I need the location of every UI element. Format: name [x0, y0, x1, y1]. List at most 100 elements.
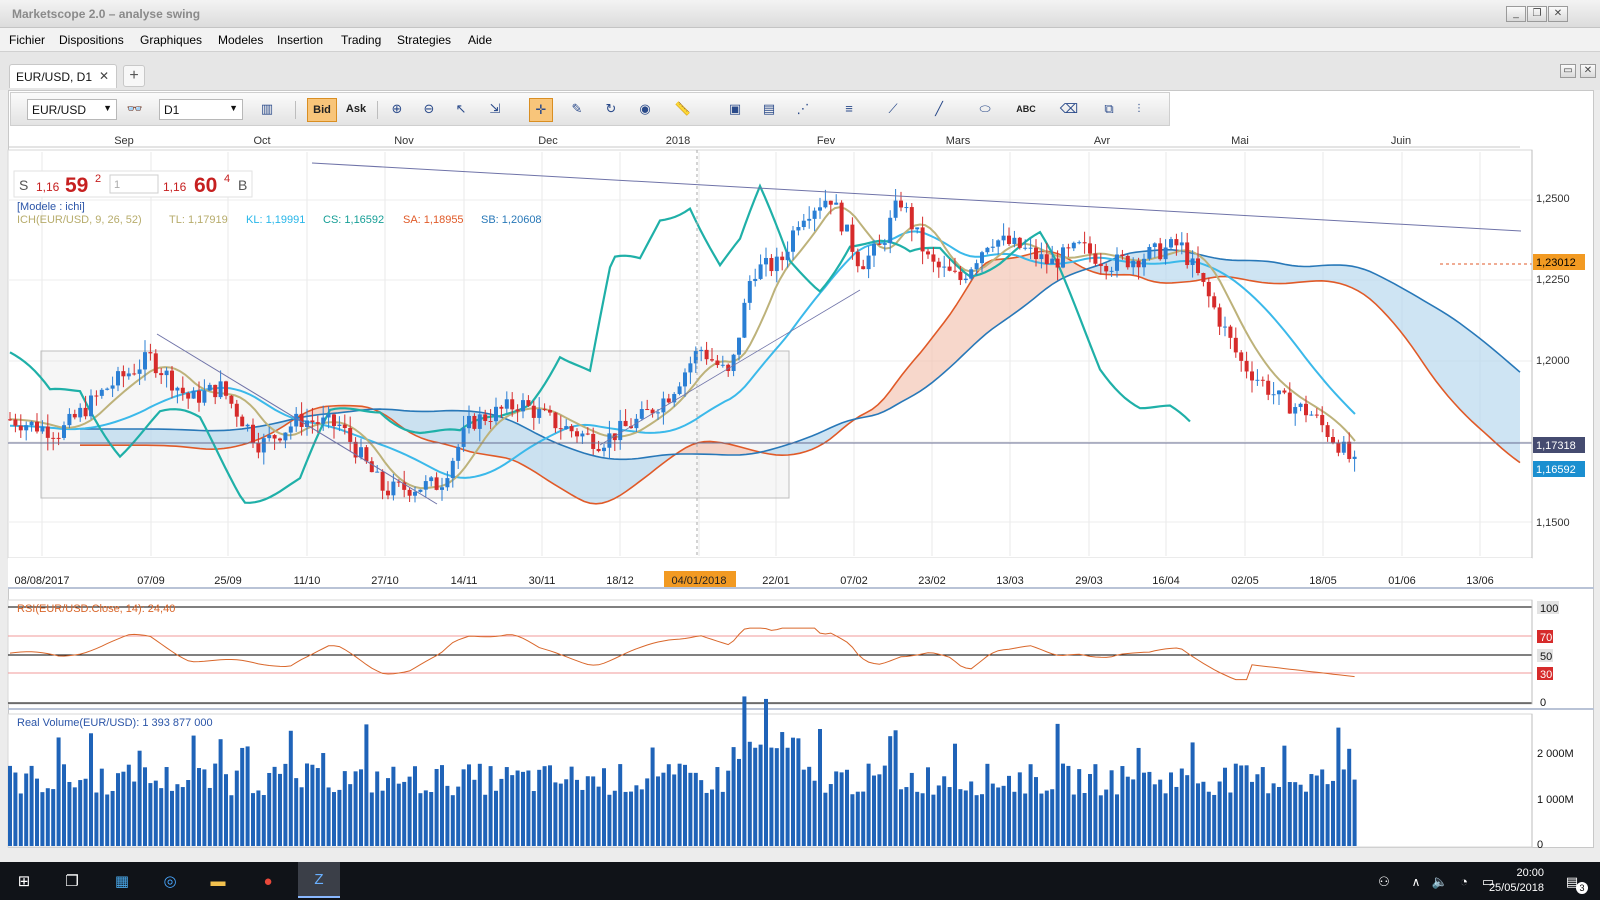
- candle-body: [1093, 253, 1098, 264]
- buy-button[interactable]: B: [238, 177, 247, 193]
- cloud-segment: [722, 442, 728, 455]
- volume-bar: [353, 771, 358, 846]
- sell-button[interactable]: S: [19, 177, 28, 193]
- candle-body: [494, 406, 498, 422]
- volume-tick: 0: [1537, 839, 1543, 851]
- candle-body: [591, 433, 596, 449]
- volume-bar: [1314, 775, 1319, 846]
- volume-bar: [537, 769, 542, 846]
- price-tick: 1,2250: [1536, 274, 1570, 286]
- volume-bar: [494, 790, 498, 846]
- candle-body: [731, 354, 736, 372]
- cloud-segment: [1478, 337, 1484, 433]
- marketscope-app-icon[interactable]: Z: [298, 862, 340, 898]
- volume-bar: [72, 787, 77, 846]
- volume-bar: [1028, 764, 1033, 846]
- candle-body: [1061, 247, 1065, 268]
- candle-body: [575, 431, 579, 437]
- cloud-segment: [1004, 258, 1010, 321]
- volume-bar: [521, 771, 525, 846]
- volume-bar: [440, 765, 444, 846]
- volume-bar: [18, 793, 23, 846]
- candle-body: [137, 369, 142, 374]
- chevron-up-icon[interactable]: ∧: [1404, 870, 1428, 894]
- cloud-segment: [1292, 265, 1298, 283]
- candle-body: [1050, 258, 1055, 265]
- candle-body: [866, 255, 871, 270]
- volume-bar: [1007, 775, 1011, 846]
- volume-bar: [612, 790, 617, 846]
- candle-body: [931, 254, 936, 262]
- quote-widget[interactable]: S 1,16 59 2 1 1,16 60 4 B: [13, 170, 253, 198]
- cloud-segment: [974, 268, 980, 345]
- speaker-icon[interactable]: 🔈: [1428, 870, 1452, 894]
- volume-bar: [758, 744, 763, 846]
- chrome-icon[interactable]: ●: [256, 870, 280, 894]
- candle-body: [256, 442, 261, 453]
- volume-bar: [1325, 784, 1330, 846]
- volume-bar: [234, 770, 239, 846]
- volume-bar: [1174, 786, 1179, 846]
- candle-body: [936, 261, 941, 268]
- candle-body: [51, 437, 56, 439]
- chart-svg[interactable]: Sep Oct Nov Dec 2018 Fev Mars Avr Mai Juin 1,2500…: [0, 0, 1600, 900]
- volume-bar: [116, 773, 120, 846]
- volume-bar: [1152, 784, 1157, 846]
- price-axis: 1,2500 1,2250 1,2000 1,1500 1,23012 1,17…: [1531, 150, 1585, 558]
- candle-body: [1109, 270, 1114, 272]
- wifi-icon[interactable]: ◔: [1452, 870, 1476, 894]
- candle-body: [67, 413, 72, 426]
- calculator-app-icon[interactable]: ▦: [110, 870, 134, 894]
- volume-bar: [558, 783, 563, 846]
- candle-body: [958, 271, 963, 281]
- ichimoku-legend-name: ICH(EUR/USD, 9, 26, 52): [17, 214, 142, 226]
- cloud-segment: [572, 449, 578, 499]
- volume-bar: [213, 763, 218, 846]
- task-view-icon[interactable]: ❐: [60, 870, 84, 894]
- people-icon[interactable]: ⚇: [1372, 870, 1396, 894]
- volume-bar: [1034, 777, 1038, 846]
- volume-bar: [737, 758, 741, 846]
- price-tick: 1,2000: [1536, 355, 1570, 367]
- cloud-segment: [1286, 264, 1292, 284]
- volume-bar: [1201, 781, 1206, 846]
- volume-bar: [488, 766, 493, 846]
- cloud-segment: [584, 453, 590, 504]
- cloud-segment: [170, 429, 176, 447]
- volume-bar: [710, 789, 714, 846]
- cloud-segment: [1304, 266, 1310, 282]
- cloud-segment: [1328, 265, 1334, 283]
- candle-body: [1136, 260, 1141, 268]
- cloud-segment: [416, 411, 422, 439]
- candle-body: [1206, 281, 1211, 297]
- cloud-segment: [716, 442, 722, 455]
- windows-start-icon[interactable]: ⊞: [12, 870, 36, 894]
- file-explorer-icon[interactable]: ▬: [206, 870, 230, 894]
- candle-body: [180, 387, 185, 394]
- volume-bar: [877, 774, 882, 846]
- volume-bar: [278, 773, 282, 846]
- candle-body: [369, 461, 374, 473]
- volume-bar: [715, 767, 720, 846]
- volume-bar: [677, 763, 682, 846]
- candle-body: [89, 395, 93, 417]
- candle-body: [332, 414, 336, 426]
- volume-bar: [35, 778, 39, 846]
- volume-bar: [661, 772, 666, 846]
- volume-bar: [153, 780, 158, 846]
- cloud-segment: [236, 428, 242, 447]
- volume-bar: [402, 781, 407, 846]
- candle-body: [828, 200, 833, 205]
- cloud-segment: [998, 258, 1004, 325]
- candle-body: [148, 352, 153, 354]
- date-tick: 04/01/2018: [671, 575, 726, 587]
- browser-app-icon[interactable]: ◎: [158, 870, 182, 894]
- candle-body: [413, 491, 417, 496]
- volume-bar: [418, 793, 423, 846]
- candle-body: [1266, 380, 1271, 395]
- volume-bar: [380, 790, 385, 846]
- volume-bar: [1250, 781, 1254, 846]
- taskbar-clock[interactable]: 20:00 25/05/2018: [1489, 866, 1544, 896]
- candle-body: [1088, 243, 1092, 254]
- candle-body: [72, 413, 77, 418]
